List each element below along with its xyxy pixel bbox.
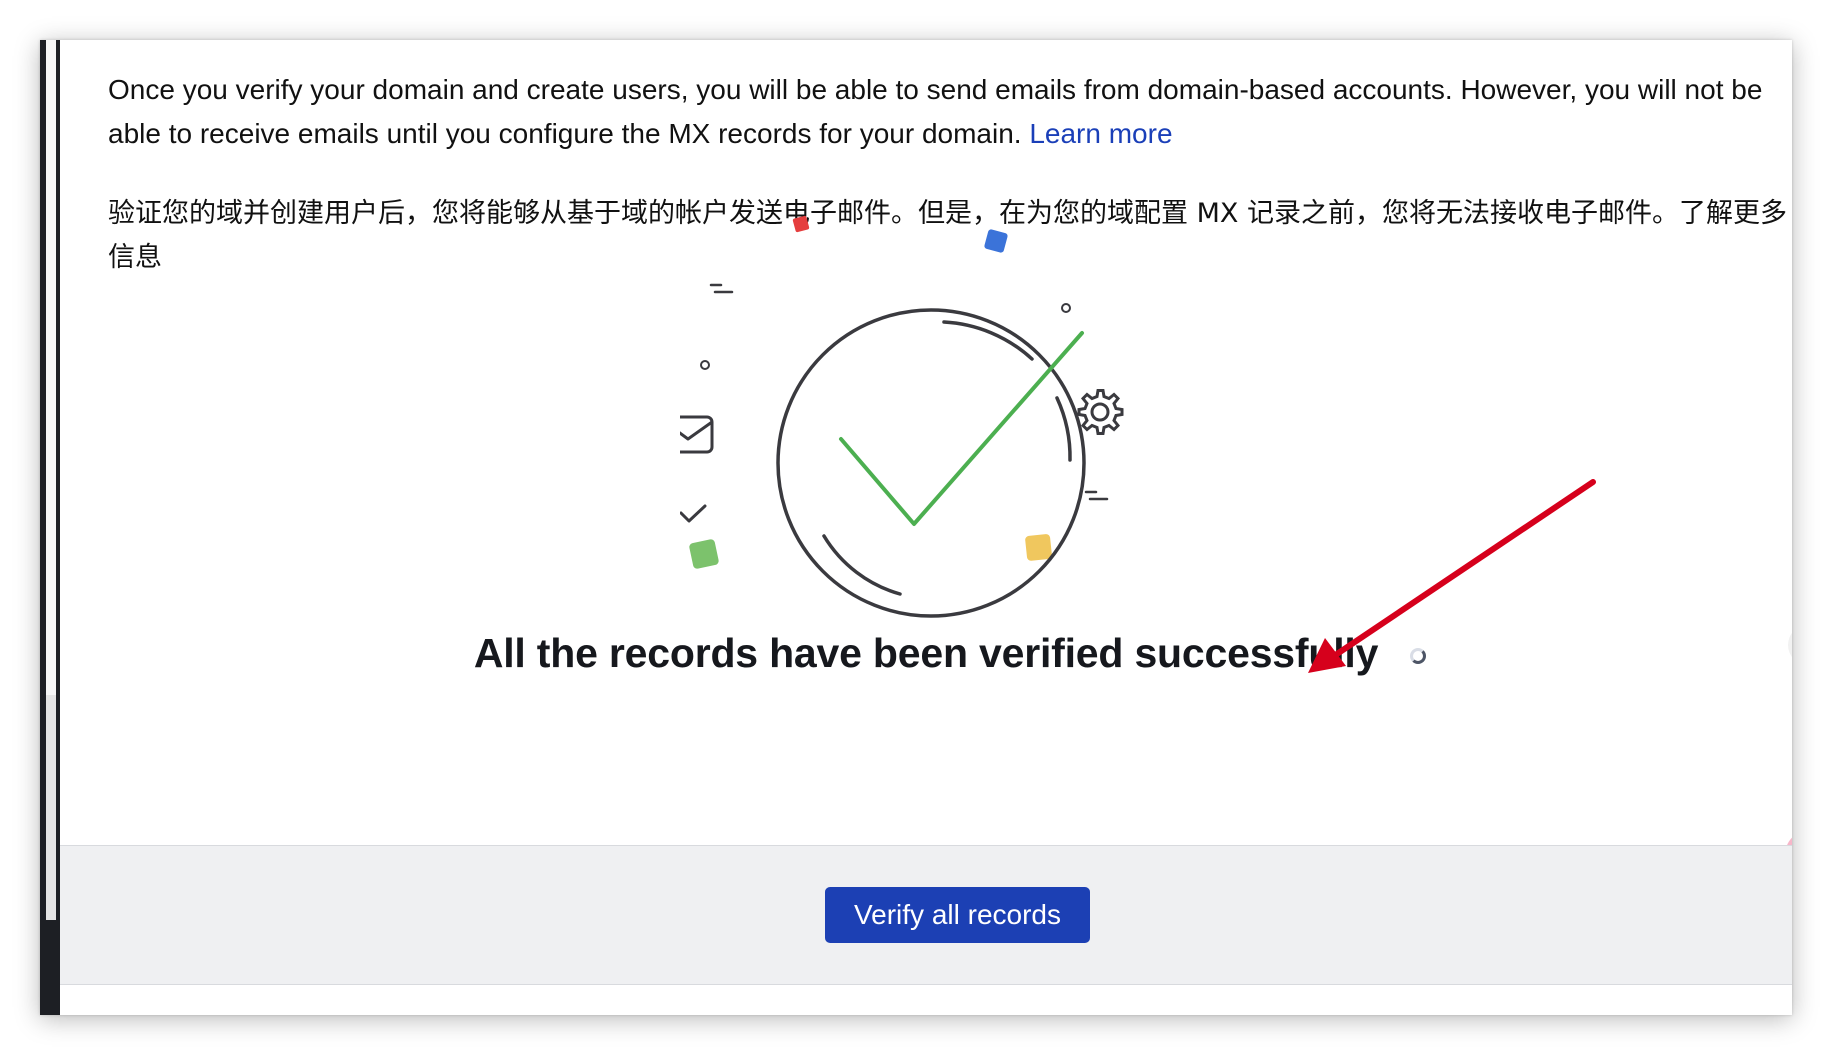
left-scrollbar[interactable] <box>40 40 60 1015</box>
screenshot-stage: Once you verify your domain and create u… <box>0 0 1832 1056</box>
confetti-red <box>792 215 810 233</box>
confetti-green <box>689 539 719 569</box>
mail-icon <box>680 415 714 454</box>
learn-more-link[interactable]: Learn more <box>1029 118 1172 149</box>
sparkle-dot <box>700 360 710 370</box>
red-arrow-annotation <box>1308 479 1596 673</box>
inner-arc-bottom <box>822 534 902 596</box>
success-check-illustration <box>680 215 1124 618</box>
app-window: Once you verify your domain and create u… <box>40 40 1792 1015</box>
check-circle <box>776 308 1086 618</box>
inner-arc-top <box>942 320 1034 361</box>
mx-notice-english: Once you verify your domain and create u… <box>108 68 1788 156</box>
confetti-blue <box>984 229 1008 253</box>
sparkle-dot <box>1061 303 1071 313</box>
dash-marks <box>709 283 1109 501</box>
inner-arc-right <box>1055 396 1072 462</box>
scrollbar-thumb[interactable] <box>46 695 56 920</box>
verify-all-records-button[interactable]: Verify all records <box>825 887 1090 943</box>
mx-notice-english-text: Once you verify your domain and create u… <box>108 74 1763 149</box>
check-icon <box>680 504 707 523</box>
confetti-yellow <box>1025 534 1052 561</box>
main-content: Once you verify your domain and create u… <box>60 40 1792 1015</box>
gear-icon <box>1077 389 1124 435</box>
footer-bar: Verify all records <box>60 845 1792 985</box>
